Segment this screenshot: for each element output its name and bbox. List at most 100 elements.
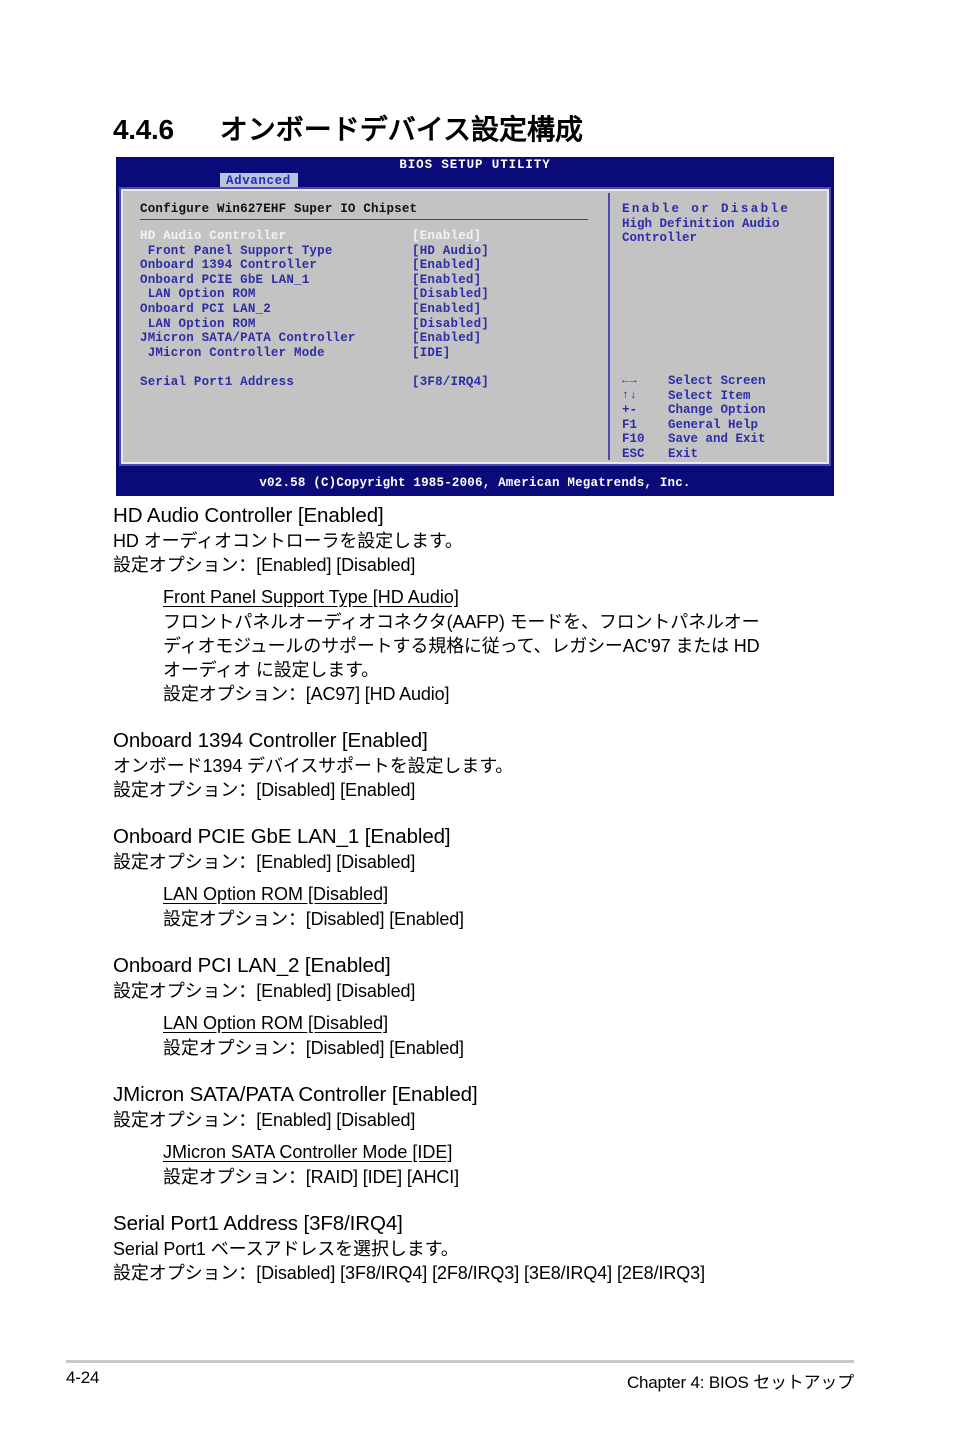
bios-key-row: ESC Exit: [616, 447, 766, 462]
bios-setting-value: [IDE]: [412, 345, 451, 360]
bios-key-description: Exit: [668, 446, 699, 461]
entry-options: 設定オプション：[Enabled] [Disabled]: [113, 981, 416, 1001]
bios-row-spacer: [140, 360, 608, 375]
bios-setting-label: Onboard PCIE GbE LAN_1: [140, 272, 310, 287]
subentry-title: Front Panel Support Type [HD Audio]: [163, 587, 459, 607]
bios-setting-label: Onboard 1394 Controller: [140, 258, 318, 273]
bios-key-row: F10 Save and Exit: [616, 432, 766, 447]
bios-key-description: General Help: [668, 417, 759, 432]
bios-setting-row[interactable]: Onboard 1394 Controller [Enabled]: [140, 258, 608, 273]
bios-setting-value: [Disabled]: [412, 287, 490, 302]
entry-description: HD オーディオコントローラを設定します。: [113, 531, 463, 551]
bios-setting-label: Front Panel Support Type: [140, 243, 333, 258]
bios-setting-label: LAN Option ROM: [140, 287, 256, 302]
bios-setting-row[interactable]: Onboard PCI LAN_2 [Enabled]: [140, 302, 608, 317]
bios-setting-value: [HD Audio]: [412, 243, 490, 258]
bios-help-pane: Enable or Disable High Definition Audio …: [608, 193, 825, 462]
bios-setting-value: [Enabled]: [412, 272, 482, 287]
subentry-description: フロントパネルオーディオコネクタ(AAFP) モードを、フロントパネルオーディオ…: [163, 612, 760, 680]
subentry-front-panel-support-type: Front Panel Support Type [HD Audio] フロント…: [163, 584, 773, 706]
page-number: 4-24: [66, 1368, 100, 1387]
subentry-options: 設定オプション：[Disabled] [Enabled]: [163, 909, 464, 929]
bios-key-row: ↑↓ Select Item: [616, 389, 766, 404]
bios-setting-row[interactable]: Onboard PCIE GbE LAN_1 [Enabled]: [140, 273, 608, 288]
entry-title: JMicron SATA/PATA Controller [Enabled]: [113, 1083, 478, 1106]
subentry-options: 設定オプション：[Disabled] [Enabled]: [163, 1038, 464, 1058]
entry-options: 設定オプション：[Enabled] [Disabled]: [113, 1110, 416, 1130]
bios-setting-row[interactable]: Front Panel Support Type [HD Audio]: [140, 244, 608, 259]
entry-serial-port1-address: Serial Port1 Address [3F8/IRQ4] Serial P…: [113, 1211, 855, 1285]
bios-pane-divider: [608, 193, 610, 460]
bios-help-line-1: Enable or Disable: [622, 202, 791, 216]
bios-setup-screenshot: BIOS SETUP UTILITY Advanced Configure Wi…: [116, 157, 834, 496]
bios-key-description: Select Screen: [668, 374, 766, 388]
bios-setting-row[interactable]: JMicron SATA/PATA Controller [Enabled]: [140, 331, 608, 346]
entry-options: 設定オプション：[Enabled] [Disabled]: [113, 852, 416, 872]
bios-setting-label: JMicron Controller Mode: [140, 345, 325, 360]
entry-onboard-1394-controller: Onboard 1394 Controller [Enabled] オンボード1…: [113, 728, 855, 802]
bios-setting-label: Onboard PCI LAN_2: [140, 301, 271, 316]
bios-key-row: ←→ Select Screen: [616, 374, 766, 389]
entry-description: Serial Port1 ベースアドレスを選択します。: [113, 1239, 459, 1259]
bios-key-legend: ←→ Select Screen ↑↓ Select Item +- Change Opt…: [616, 374, 766, 462]
bios-key-row: +- Change Option: [616, 403, 766, 418]
bios-key-name: F10: [622, 432, 645, 447]
bios-copyright-bar: v02.58 (C)Copyright 1985-2006, American …: [116, 474, 834, 493]
bios-setting-value: [3F8/IRQ4]: [412, 374, 490, 389]
bios-setting-value: [Enabled]: [412, 258, 482, 273]
bios-config-header: Configure Win627EHF Super IO Chipset: [140, 202, 418, 216]
bios-setting-row[interactable]: LAN Option ROM [Disabled]: [140, 287, 608, 302]
bios-setting-row[interactable]: Serial Port1 Address [3F8/IRQ4]: [140, 375, 608, 390]
bios-setting-label: LAN Option ROM: [140, 316, 256, 331]
entry-title: Onboard PCI LAN_2 [Enabled]: [113, 954, 391, 977]
subentry-options: 設定オプション：[RAID] [IDE] [AHCI]: [163, 1167, 459, 1187]
bios-key-description: Save and Exit: [668, 432, 766, 447]
entry-title: Onboard 1394 Controller [Enabled]: [113, 729, 428, 752]
section-heading: 4.4.6 オンボードデバイス設定構成: [113, 108, 583, 148]
entry-title: Serial Port1 Address [3F8/IRQ4]: [113, 1212, 403, 1235]
bios-setting-row[interactable]: LAN Option ROM [Disabled]: [140, 317, 608, 332]
subentry-jmicron-sata-controller-mode: JMicron SATA Controller Mode [IDE] 設定オプシ…: [163, 1139, 773, 1189]
left-right-arrow-icon: ←→: [622, 374, 638, 387]
bios-settings-list: HD Audio Controller [Enabled] Front Panel…: [140, 229, 608, 390]
bios-config-rule: [140, 219, 588, 220]
subentry-title: JMicron SATA Controller Mode [IDE]: [163, 1142, 453, 1162]
entry-options: 設定オプション：[Disabled] [3F8/IRQ4] [2F8/IRQ3]…: [113, 1263, 705, 1283]
bios-key-description: Change Option: [668, 403, 766, 418]
entry-description: オンボード1394 デバイスサポートを設定します。: [113, 756, 514, 776]
bios-help-line-3: Controller: [622, 231, 698, 246]
entry-title: HD Audio Controller [Enabled]: [113, 504, 384, 527]
bios-setting-label: Serial Port1 Address: [140, 374, 295, 389]
bios-key-name: +-: [622, 403, 638, 418]
entry-hd-audio-controller: HD Audio Controller [Enabled] HD オーディオコン…: [113, 503, 855, 706]
bios-setting-value: [Enabled]: [412, 301, 482, 316]
bios-key-name: F1: [622, 417, 638, 432]
subentry-options: 設定オプション：[AC97] [HD Audio]: [163, 684, 450, 704]
section-number: 4.4.6: [113, 114, 174, 145]
entry-onboard-pci-lan2: Onboard PCI LAN_2 [Enabled] 設定オプション：[Ena…: [113, 953, 855, 1060]
bios-key-row: F1 General Help: [616, 418, 766, 433]
subentry-lan-option-rom-1: LAN Option ROM [Disabled] 設定オプション：[Disab…: [163, 881, 773, 931]
document-body: HD Audio Controller [Enabled] HD オーディオコン…: [113, 503, 855, 1285]
bios-titlebar: BIOS SETUP UTILITY Advanced: [116, 157, 834, 189]
bios-setting-value: [Enabled]: [412, 331, 482, 346]
bios-help-line-2: High Definition Audio: [622, 216, 780, 231]
subentry-lan-option-rom-2: LAN Option ROM [Disabled] 設定オプション：[Disab…: [163, 1010, 773, 1060]
bios-key-name: ESC: [622, 446, 645, 461]
footer-rule: [66, 1360, 854, 1363]
footer-chapter: Chapter 4: BIOS セットアップ: [626, 1373, 854, 1392]
entry-options: 設定オプション：[Enabled] [Disabled]: [113, 555, 416, 575]
entry-onboard-pcie-gbe-lan1: Onboard PCIE GbE LAN_1 [Enabled] 設定オプション…: [113, 824, 855, 931]
bios-utility-title: BIOS SETUP UTILITY: [399, 158, 551, 172]
bios-setting-label: HD Audio Controller: [140, 229, 287, 243]
section-title: オンボードデバイス設定構成: [219, 114, 583, 145]
subentry-title: LAN Option ROM [Disabled]: [163, 1013, 389, 1033]
entry-title: Onboard PCIE GbE LAN_1 [Enabled]: [113, 825, 451, 848]
bios-setting-value: [Enabled]: [412, 229, 482, 243]
entry-jmicron-sata-pata-controller: JMicron SATA/PATA Controller [Enabled] 設…: [113, 1082, 855, 1189]
bios-panel: Configure Win627EHF Super IO Chipset HD …: [119, 187, 831, 466]
bios-setting-label: JMicron SATA/PATA Controller: [140, 331, 356, 346]
bios-setting-row[interactable]: JMicron Controller Mode [IDE]: [140, 346, 608, 361]
bios-setting-row[interactable]: HD Audio Controller [Enabled]: [140, 229, 608, 244]
bios-setting-value: [Disabled]: [412, 316, 490, 331]
